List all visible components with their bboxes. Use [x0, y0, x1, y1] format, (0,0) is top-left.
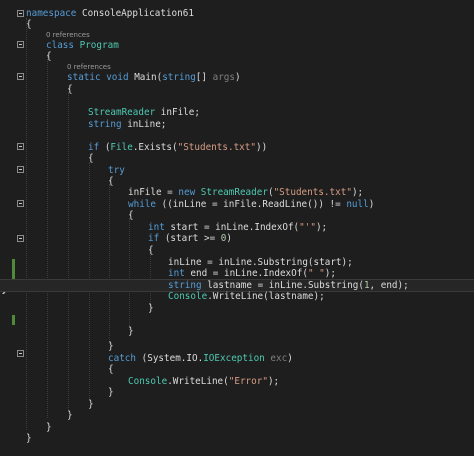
code-line-main[interactable]: static void Main(string[] args) [67, 72, 241, 83]
code-line[interactable]: } [88, 399, 94, 410]
code-line[interactable]: { [148, 245, 154, 256]
code-line[interactable]: inLine = inLine.Substring(start); [168, 257, 353, 268]
code-line[interactable]: } [46, 422, 52, 433]
code-line-if[interactable]: if (start >= 0) [148, 233, 232, 244]
code-line-catch[interactable]: catch (System.IO.IOException exc) [108, 353, 293, 364]
code-line[interactable]: Console.WriteLine(lastname); [168, 291, 325, 302]
code-line[interactable]: } [26, 433, 32, 444]
code-line-class[interactable]: class Program [46, 40, 119, 51]
code-line[interactable]: { [108, 364, 114, 375]
code-line-namespace[interactable]: namespace ConsoleApplication61 [26, 8, 194, 19]
code-line[interactable]: { [67, 84, 73, 95]
code-line-while[interactable]: while ((inLine = inFile.ReadLine()) != n… [128, 199, 374, 210]
code-line-current[interactable]: string lastname = inLine.Substring(1, en… [168, 280, 409, 291]
code-line[interactable]: } [108, 387, 114, 398]
code-line[interactable]: int end = inLine.IndexOf(" "); [168, 268, 336, 279]
code-line[interactable]: StreamReader inFile; [88, 107, 200, 118]
code-line-if[interactable]: if (File.Exists("Students.txt")) [88, 142, 267, 153]
code-line[interactable]: { [46, 51, 52, 62]
code-line[interactable]: Console.WriteLine("Error"); [128, 376, 279, 387]
code-editor[interactable]: namespace ConsoleApplication61 { 0 refer… [0, 0, 474, 456]
code-line[interactable]: } [108, 341, 114, 352]
code-line[interactable]: { [88, 153, 94, 164]
code-line[interactable]: } [148, 303, 154, 314]
code-line[interactable]: int start = inLine.IndexOf("'"); [148, 222, 327, 233]
code-line[interactable]: } [128, 326, 134, 337]
code-line[interactable]: string inLine; [88, 119, 166, 130]
codelens-references[interactable]: 0 references [46, 31, 90, 39]
codelens-references[interactable]: 0 references [67, 63, 111, 71]
code-line[interactable]: { [128, 210, 134, 221]
code-line-try[interactable]: try [108, 165, 125, 176]
code-line[interactable]: { [108, 176, 114, 187]
code-line[interactable]: } [67, 410, 73, 421]
code-line[interactable]: inFile = new StreamReader("Students.txt"… [128, 187, 363, 198]
code-line[interactable]: { [26, 19, 32, 30]
